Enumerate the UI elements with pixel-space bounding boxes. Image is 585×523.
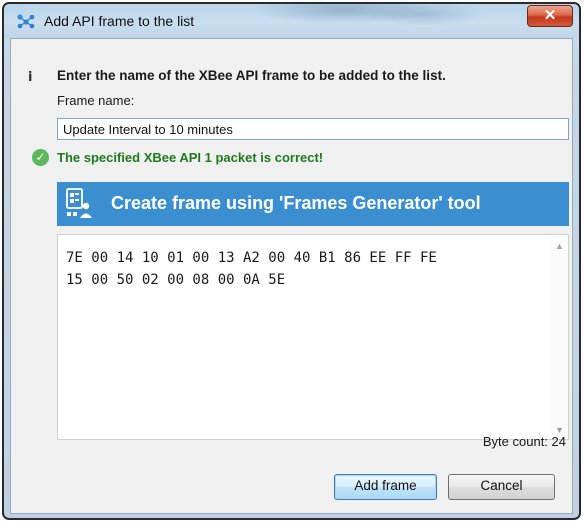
status-message: The specified XBee API 1 packet is corre… [57, 150, 324, 165]
frame-name-label: Frame name: [57, 93, 135, 108]
frame-name-input[interactable] [57, 118, 569, 140]
check-circle-icon: ✓ [32, 149, 49, 166]
window-title: Add API frame to the list [44, 13, 195, 29]
frames-generator-button[interactable]: Create frame using 'Frames Generator' to… [57, 182, 569, 226]
dialog-body: i Enter the name of the XBee API frame t… [10, 38, 573, 514]
close-button[interactable]: ✕ [527, 5, 573, 27]
hex-frame-editor[interactable]: 7E 00 14 10 01 00 13 A2 00 40 B1 86 EE F… [57, 234, 569, 440]
vertical-scrollbar[interactable]: ▲ ▼ [551, 235, 568, 439]
instruction-text: Enter the name of the XBee API frame to … [57, 68, 446, 83]
add-frame-button[interactable]: Add frame [334, 474, 437, 500]
network-nodes-icon [17, 14, 35, 29]
info-icon: i [28, 70, 33, 85]
dialog-window: Add API frame to the list ✕ i Enter the … [2, 2, 581, 520]
byte-count: Byte count: 24 [482, 434, 566, 449]
hex-frame-content[interactable]: 7E 00 14 10 01 00 13 A2 00 40 B1 86 EE F… [66, 247, 536, 291]
frames-generator-label: Create frame using 'Frames Generator' to… [111, 193, 481, 213]
frames-generator-icon [66, 188, 92, 218]
scroll-up-arrow-icon[interactable]: ▲ [555, 241, 564, 251]
cancel-button[interactable]: Cancel [448, 474, 555, 500]
title-bar[interactable]: Add API frame to the list ✕ [4, 4, 579, 38]
